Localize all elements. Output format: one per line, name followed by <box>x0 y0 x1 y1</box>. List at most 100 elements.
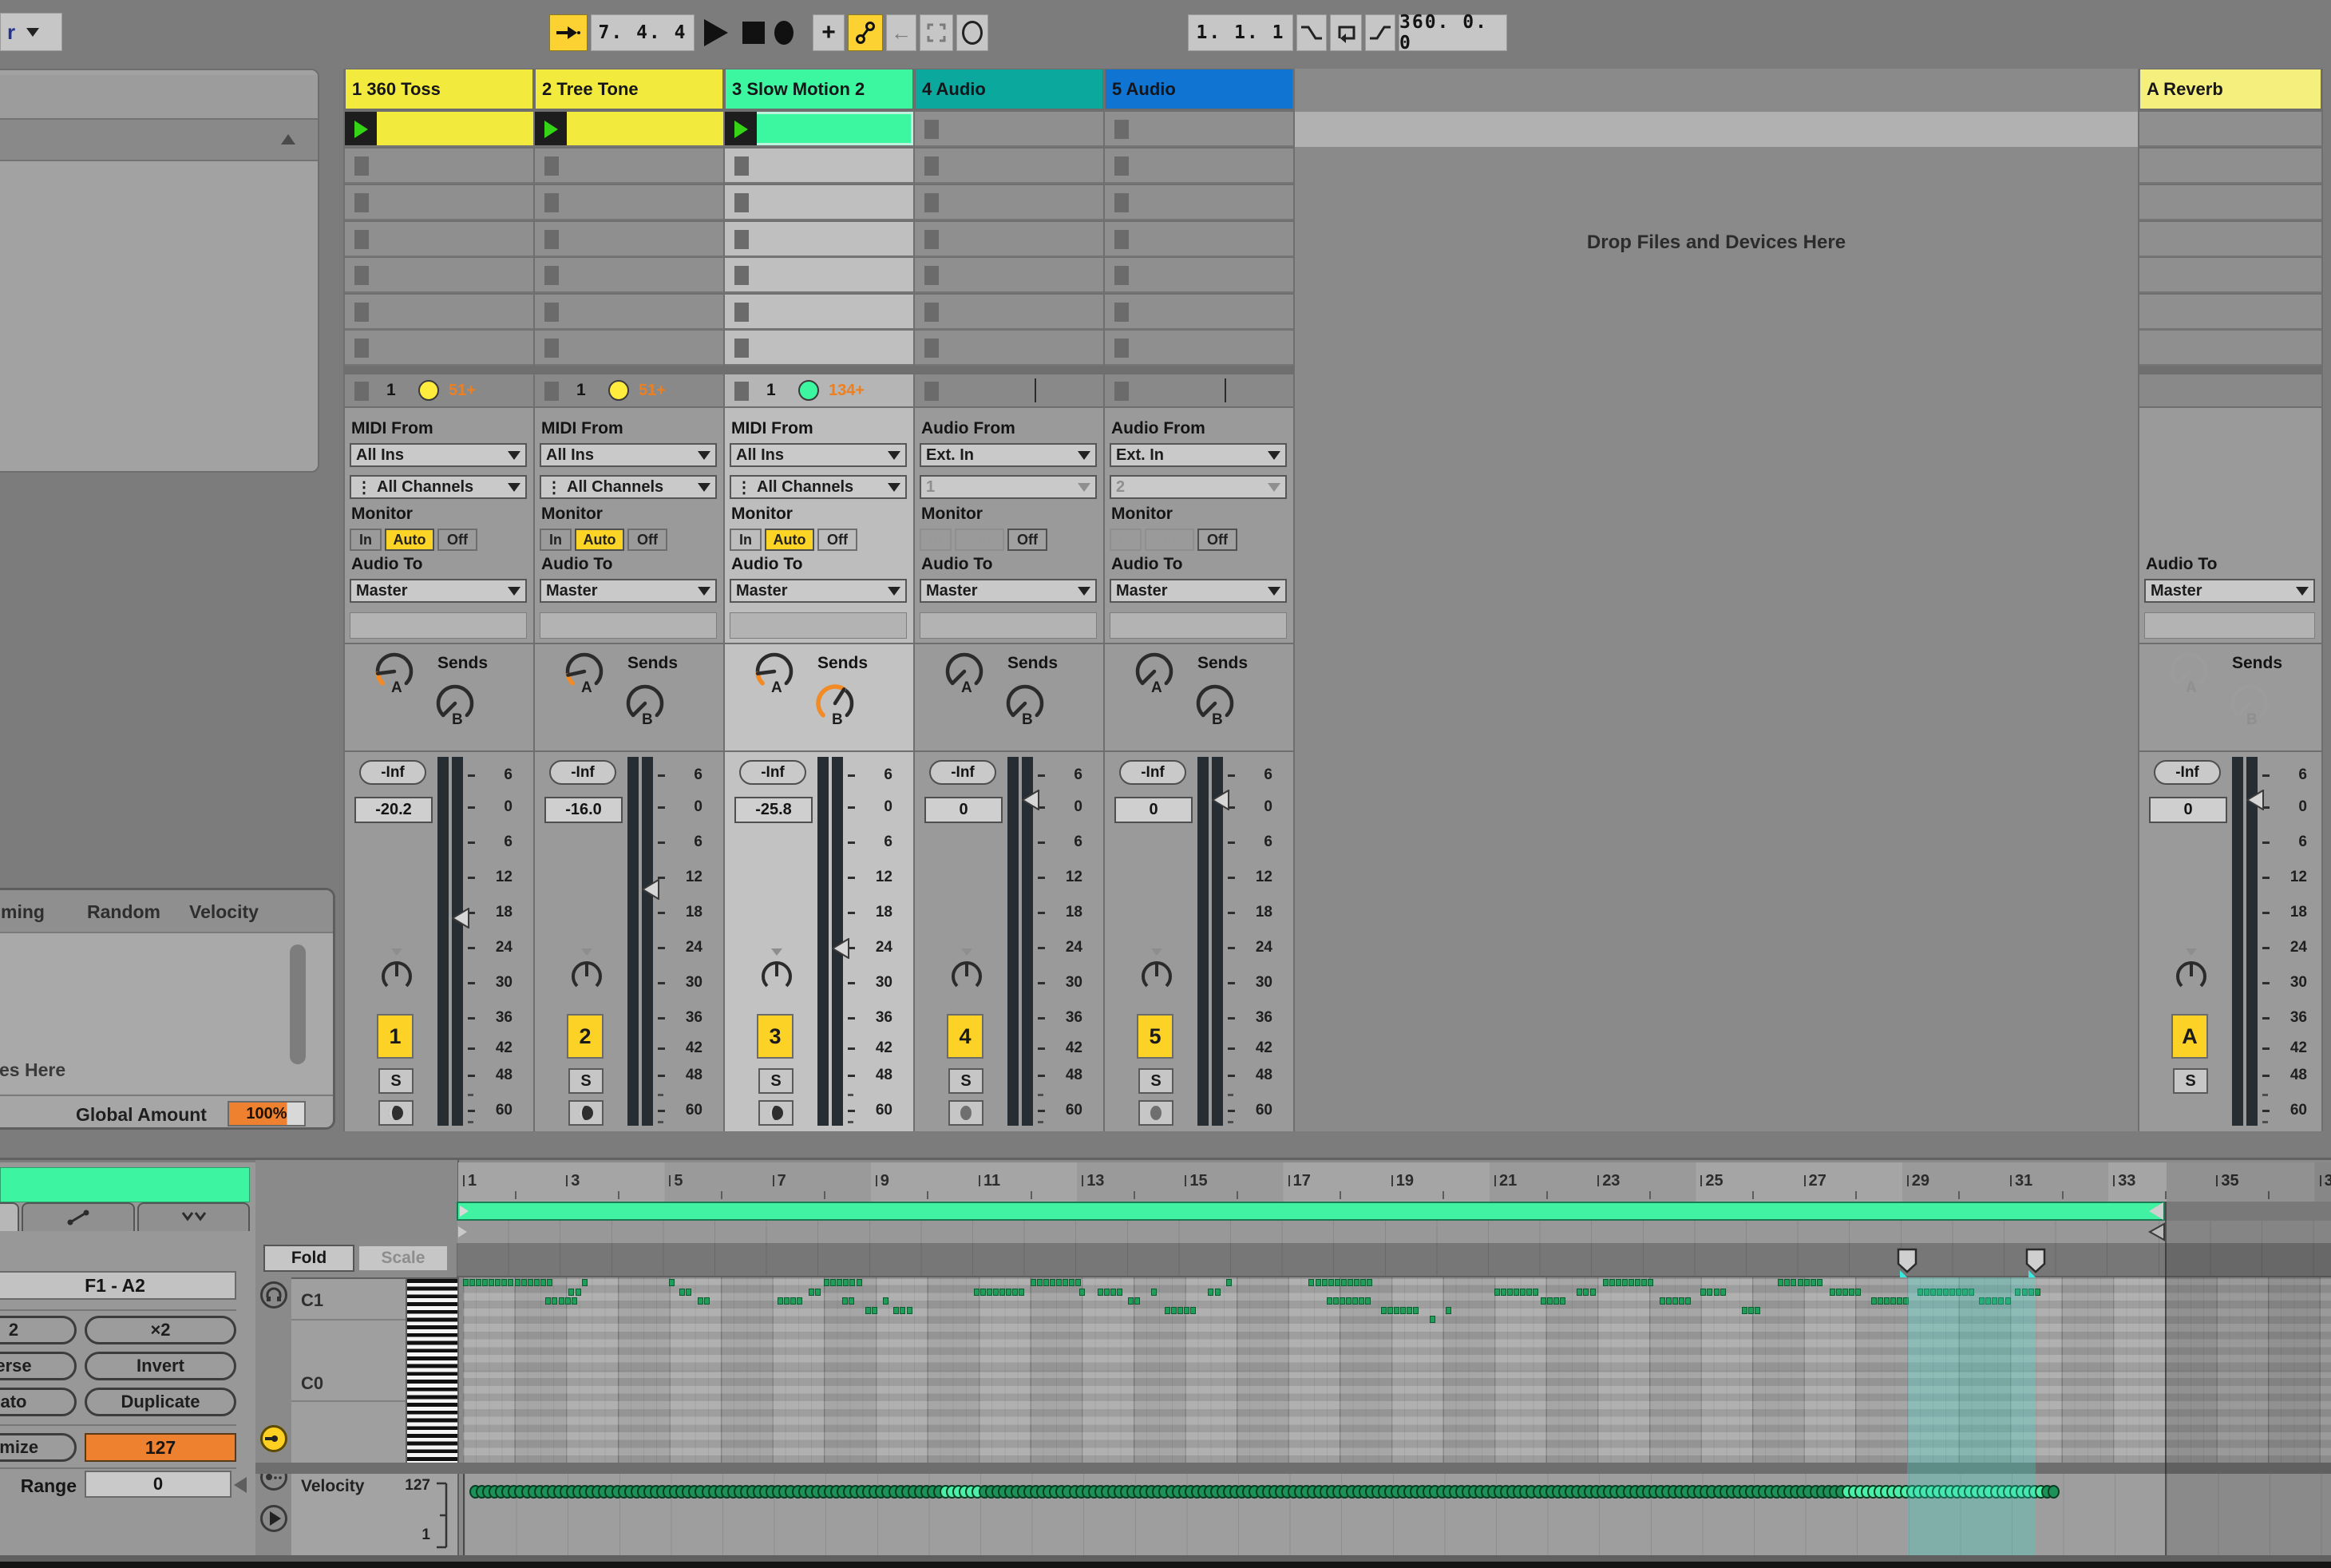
new-midi-button[interactable]: + <box>813 14 845 51</box>
clip-stop-icon[interactable] <box>354 266 369 285</box>
midi-note[interactable] <box>1660 1297 1665 1305</box>
midi-note[interactable] <box>1117 1289 1122 1296</box>
piano-keyboard[interactable] <box>406 1277 457 1463</box>
midi-note[interactable] <box>1707 1289 1712 1296</box>
midi-note[interactable] <box>993 1289 999 1296</box>
io-from-dropdown[interactable]: All Ins <box>350 443 527 467</box>
solo-button[interactable]: S <box>568 1068 604 1094</box>
clip-slot-empty[interactable] <box>2139 258 2321 293</box>
fold-button[interactable]: Fold <box>263 1245 354 1272</box>
midi-note[interactable] <box>521 1279 527 1286</box>
midi-note[interactable] <box>1969 1289 1974 1296</box>
midi-note[interactable] <box>907 1307 912 1314</box>
clip-slot-empty[interactable] <box>915 185 1103 220</box>
clip-stop-icon[interactable] <box>1114 230 1129 249</box>
clip-stop-icon[interactable] <box>354 193 369 212</box>
clip-slot-empty[interactable] <box>535 148 723 184</box>
midi-note[interactable] <box>2015 1289 2020 1296</box>
midi-note[interactable] <box>1553 1297 1559 1305</box>
clip-slot-empty[interactable] <box>2139 295 2321 330</box>
midi-note[interactable] <box>999 1289 1005 1296</box>
pan-knob[interactable] <box>378 958 415 995</box>
clip-play-button[interactable] <box>535 112 567 145</box>
clip-slot-empty[interactable] <box>535 331 723 366</box>
clip-slot-empty[interactable] <box>915 331 1103 366</box>
midi-note[interactable] <box>1583 1289 1589 1296</box>
clip-slot-empty[interactable] <box>2139 148 2321 184</box>
clip-stop-icon[interactable] <box>1114 120 1129 139</box>
midi-note[interactable] <box>1666 1297 1672 1305</box>
midi-note[interactable] <box>552 1297 557 1305</box>
volume-fader-handle[interactable] <box>832 938 849 959</box>
clip-stop-icon[interactable] <box>924 339 939 358</box>
midi-note[interactable] <box>1742 1307 1747 1314</box>
clip-slot-empty[interactable] <box>915 258 1103 293</box>
midi-note[interactable] <box>1609 1279 1615 1286</box>
midi-note[interactable] <box>1798 1279 1803 1286</box>
clip-stop-icon[interactable] <box>734 156 749 176</box>
midi-note[interactable] <box>1817 1279 1822 1286</box>
midi-note[interactable] <box>540 1279 546 1286</box>
midi-note[interactable] <box>1359 1297 1364 1305</box>
midi-note[interactable] <box>1541 1297 1546 1305</box>
midi-note[interactable] <box>1985 1297 1991 1305</box>
clip-stop-icon[interactable] <box>354 339 369 358</box>
loop-length-display[interactable]: 360. 0. 0 <box>1399 14 1507 51</box>
tab-velocity[interactable]: Velocity <box>189 901 259 923</box>
midi-note[interactable] <box>1720 1289 1726 1296</box>
peak-level-button[interactable]: -Inf <box>1119 760 1186 785</box>
clip-slot-empty[interactable] <box>345 295 533 330</box>
midi-note[interactable] <box>582 1279 588 1286</box>
io-channel-dropdown[interactable]: ⋮All Channels <box>540 475 717 499</box>
peak-level-button[interactable]: -Inf <box>929 760 996 785</box>
midi-note[interactable] <box>1501 1289 1506 1296</box>
clip-stop-icon[interactable] <box>924 120 939 139</box>
capture-midi-button[interactable] <box>920 14 953 51</box>
monitor-in-button[interactable]: In <box>920 529 952 551</box>
clip-stop-icon[interactable] <box>924 266 939 285</box>
midi-note[interactable] <box>790 1297 796 1305</box>
midi-note[interactable] <box>482 1279 488 1286</box>
midi-note[interactable] <box>778 1297 783 1305</box>
midi-note[interactable] <box>1075 1279 1081 1286</box>
audio-to-dropdown[interactable]: Master <box>2144 579 2315 603</box>
midi-note[interactable] <box>797 1297 802 1305</box>
tab-timing[interactable]: ming <box>1 901 45 923</box>
midi-note[interactable] <box>1322 1279 1328 1286</box>
clip-slot[interactable] <box>915 112 1103 147</box>
midi-note[interactable] <box>2028 1289 2034 1296</box>
midi-note[interactable] <box>2035 1289 2040 1296</box>
midi-note[interactable] <box>1413 1307 1419 1314</box>
midi-note[interactable] <box>1151 1289 1157 1296</box>
volume-field[interactable]: 0 <box>2149 797 2227 823</box>
follow-button[interactable] <box>549 14 588 51</box>
midi-note[interactable] <box>1165 1307 1170 1314</box>
midi-note[interactable] <box>1641 1279 1647 1286</box>
clip-slot[interactable] <box>345 112 533 147</box>
midi-note[interactable] <box>1685 1297 1691 1305</box>
midi-note[interactable] <box>1430 1316 1435 1323</box>
midi-note[interactable] <box>1037 1279 1043 1286</box>
clip-stop-icon[interactable] <box>544 230 559 249</box>
clip-stop-icon[interactable] <box>1114 266 1129 285</box>
clip-slot[interactable] <box>725 112 913 147</box>
monitor-in-button[interactable]: In <box>350 529 382 551</box>
midi-note[interactable] <box>1056 1279 1062 1286</box>
clip-slot-empty[interactable] <box>915 295 1103 330</box>
midi-note[interactable] <box>1791 1279 1796 1286</box>
volume-field[interactable]: 0 <box>924 797 1003 823</box>
midi-note[interactable] <box>974 1289 979 1296</box>
bar-ruler[interactable]: 135791113151719212325272931333537 <box>458 1162 2331 1202</box>
browser-chooser-button[interactable]: r <box>0 13 62 51</box>
midi-note[interactable] <box>463 1279 469 1286</box>
peak-level-button[interactable]: -Inf <box>739 760 806 785</box>
clip-slot-empty[interactable] <box>915 148 1103 184</box>
audio-to-dropdown[interactable]: Master <box>540 579 717 603</box>
pan-knob[interactable] <box>1138 958 1175 995</box>
midi-note[interactable] <box>842 1297 848 1305</box>
midi-note[interactable] <box>1019 1289 1024 1296</box>
double-tempo-button[interactable]: ×2 <box>85 1316 236 1344</box>
midi-note[interactable] <box>815 1289 821 1296</box>
scroll-up-icon[interactable] <box>281 134 295 145</box>
track-header[interactable]: A Reverb <box>2139 69 2321 109</box>
